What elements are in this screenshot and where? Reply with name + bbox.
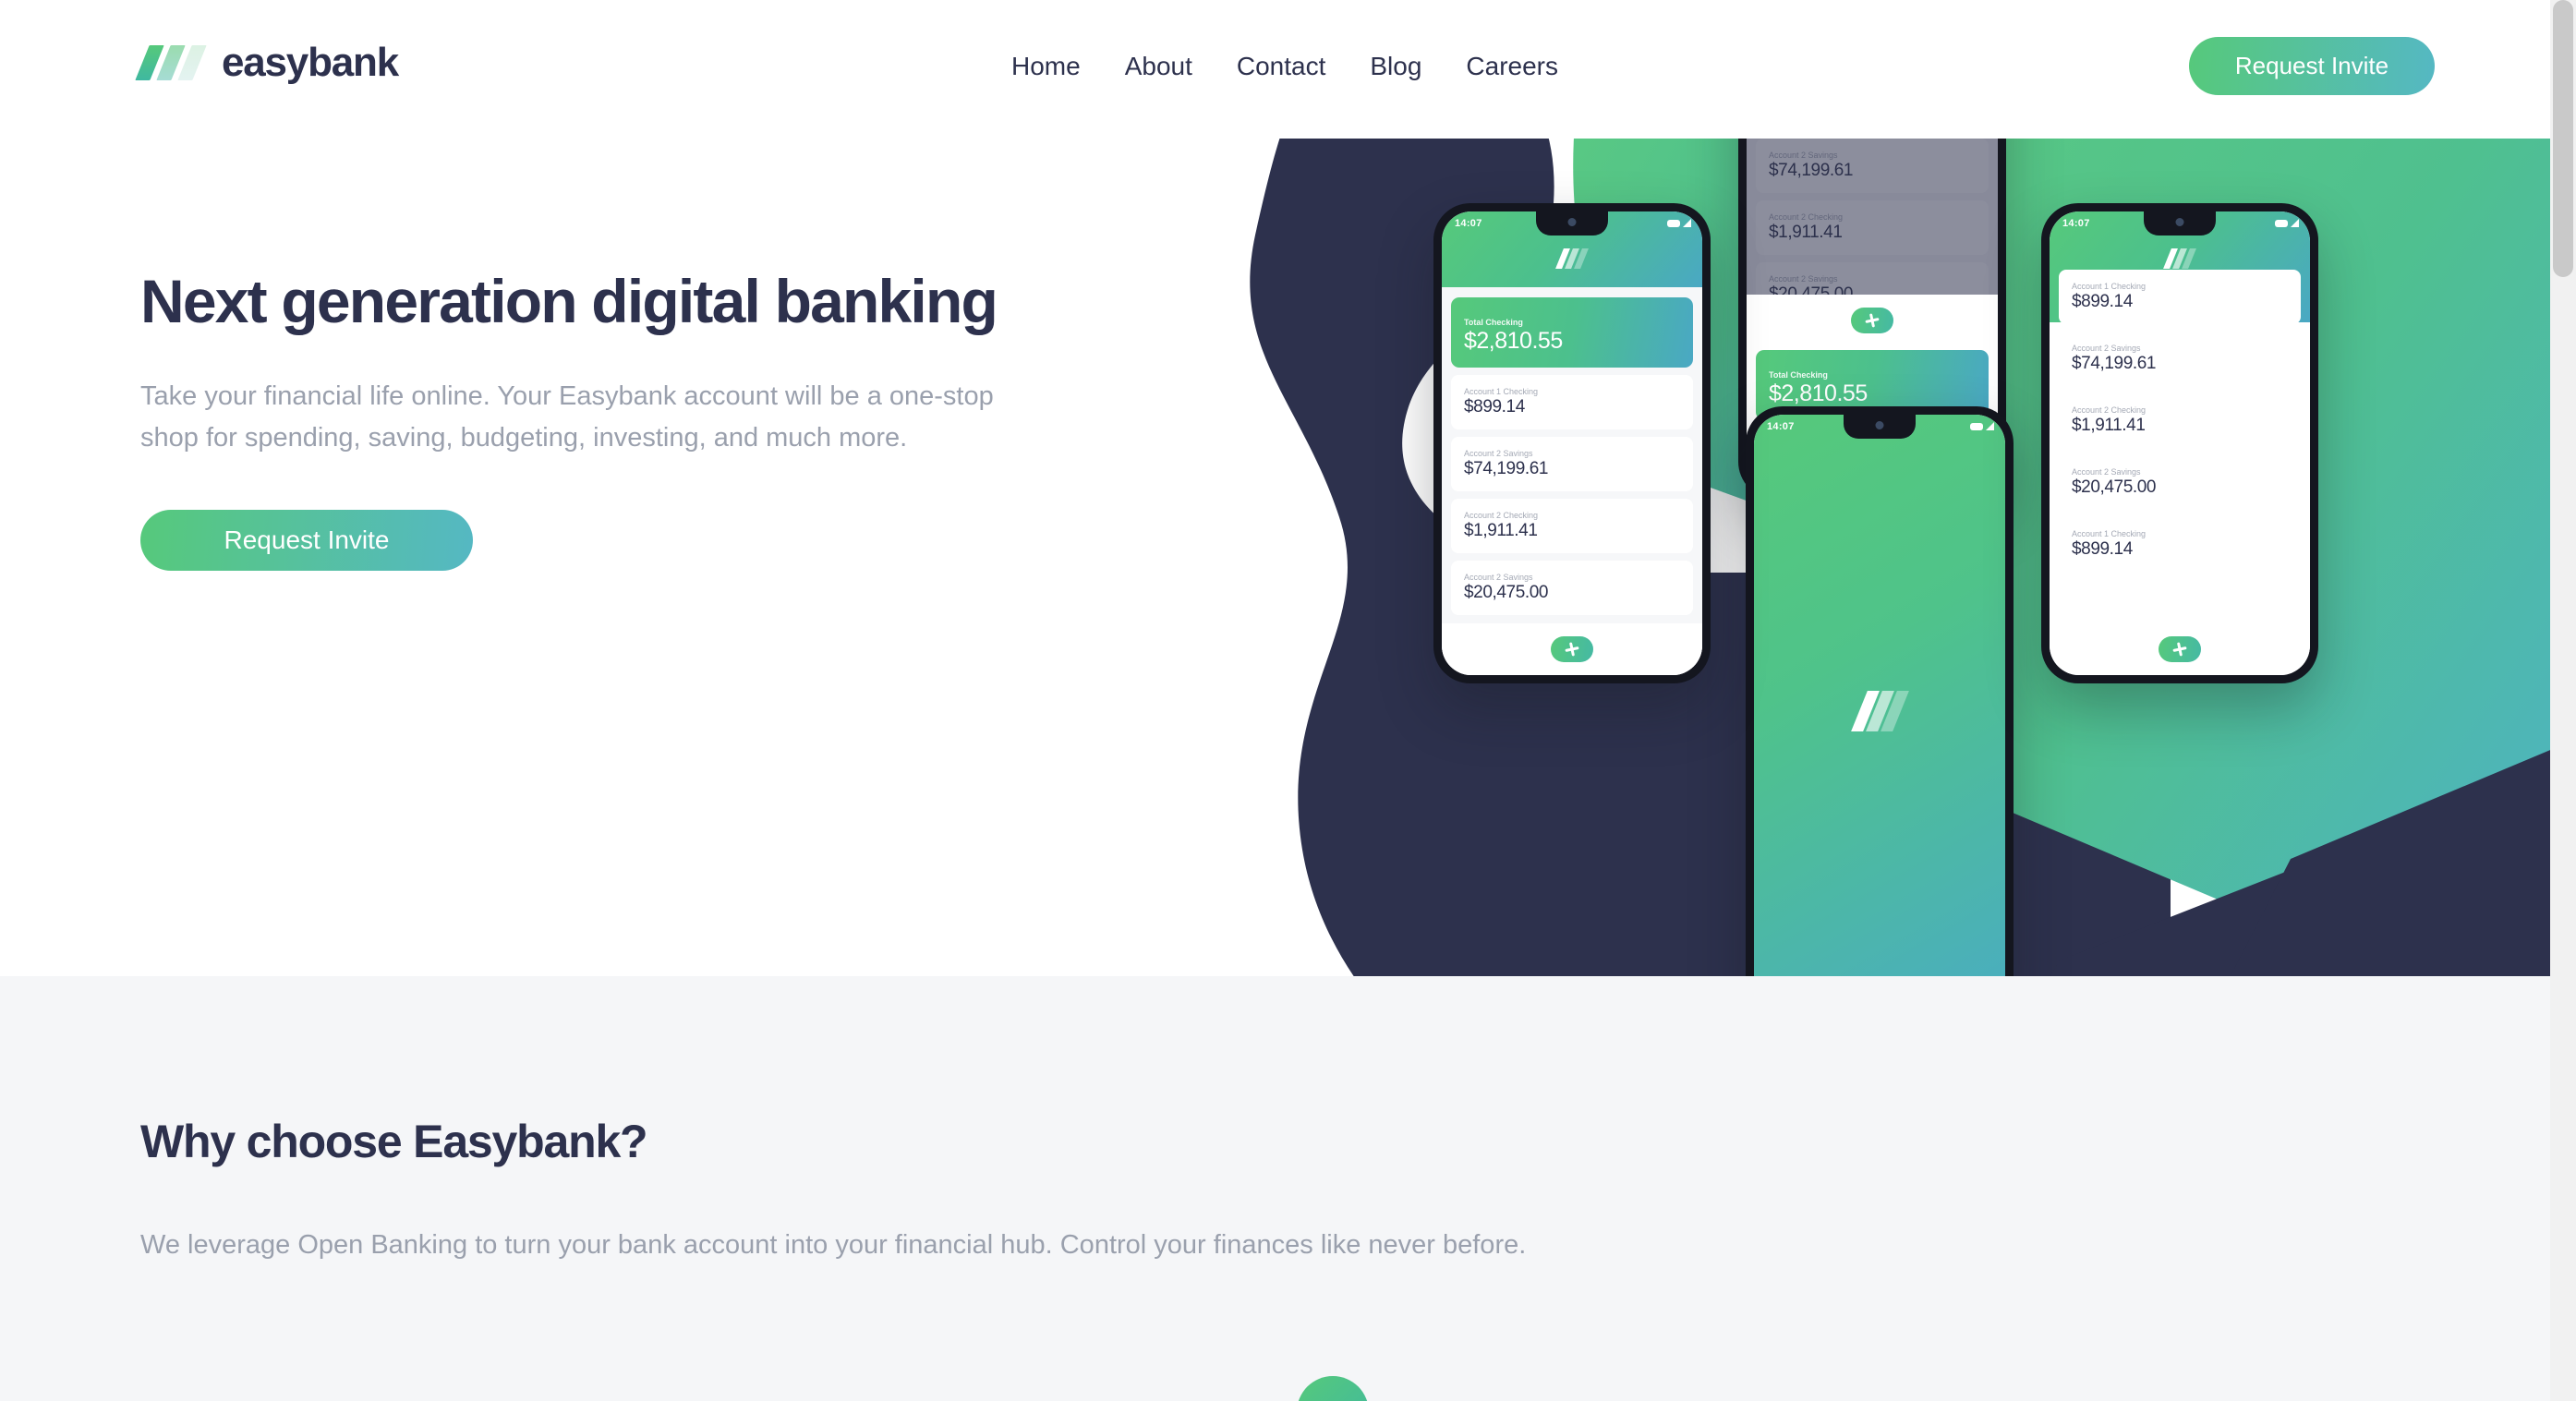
nav-link-home[interactable]: Home [1011,54,1081,79]
account-card[interactable]: Account 2 Savings $74,199.61 [2059,331,2301,386]
status-icons [2275,219,2299,227]
status-icons [1970,422,1994,430]
signal-icon [1683,219,1691,227]
account-card[interactable]: Account 1 Checking $899.14 [2059,516,2301,572]
account-card[interactable]: Account 2 Savings $74,199.61 [1451,437,1693,492]
brand-name: easybank [222,40,399,85]
account-value: $1,911.41 [1464,521,1538,541]
account-card[interactable]: Account 2 Checking $1,911.41 [1451,499,1693,554]
signal-icon [1986,422,1994,430]
notch [1536,211,1608,236]
phone-mockup-front-right: 14:07 Account 1 Checking $899.14 Account… [2041,203,2318,683]
hero-title: Next generation digital banking [140,267,998,335]
account-value: $20,475.00 [2072,477,2157,497]
account-value: $1,911.41 [1769,222,1843,242]
add-account-fab[interactable] [1851,308,1893,333]
total-checking-value: $2,810.55 [1769,380,1868,406]
camera-icon [2175,218,2184,226]
account-card[interactable]: Account 1 Checking $899.14 [1451,375,1693,430]
account-value: $20,475.00 [1464,583,1549,603]
account-card[interactable]: Account 2 Savings $74,199.61 [1756,138,1989,193]
account-label: Account 2 Savings [1464,449,1533,459]
phone-mockup-front-left: 14:07 Total Checking $2,810.55 Account 1… [1433,203,1711,683]
status-time: 14:07 [2062,218,2090,229]
nav-link-contact[interactable]: Contact [1237,54,1326,79]
account-card[interactable]: Account 1 Checking $899.14 [2059,270,2301,324]
features-title: Why choose Easybank? [140,1116,648,1167]
account-value: $74,199.61 [1464,459,1549,479]
account-label: Account 2 Savings [1464,573,1533,583]
total-checking-label: Total Checking [1769,370,1828,380]
site-header: easybank Home About Contact Blog Careers… [0,0,2550,139]
status-time: 14:07 [1767,421,1795,432]
features-content: Why choose Easybank? We leverage Open Ba… [140,1115,2357,1266]
account-card[interactable]: Account 2 Checking $1,911.41 [1756,199,1989,255]
account-value: $1,911.41 [2072,415,2146,435]
phone-status-bar: 14:07 [1442,211,1702,287]
camera-icon [1567,218,1577,226]
account-value: $74,199.61 [2072,353,2157,373]
account-label: Account 2 Checking [1464,511,1539,521]
phone-account-list: Total Checking $2,810.55 Account 1 Check… [1442,287,1702,675]
account-value: $899.14 [2072,292,2133,311]
account-label: Account 2 Savings [2072,466,2141,477]
account-label: Account 2 Savings [2072,343,2141,353]
easybank-logo-icon [135,45,209,80]
easybank-logo-icon [1850,691,1909,731]
splash-screen: 14:07 [1754,415,2005,976]
add-account-fab[interactable] [1551,636,1593,662]
page-scrollbar-track[interactable] [2550,0,2576,1401]
signal-icon [2291,219,2299,227]
hero-content: Next generation digital banking Take you… [140,267,1092,572]
hero-subtitle: Take your financial life online. Your Ea… [140,380,994,453]
account-label: Account 1 Checking [2072,528,2147,538]
status-time: 14:07 [1455,218,1482,229]
features-section: Why choose Easybank? We leverage Open Ba… [0,976,2550,1401]
phone-account-list: Account 1 Checking $899.14 Account 2 Sav… [2050,262,2310,675]
notch [2144,211,2216,236]
brand-logo[interactable]: easybank [135,40,399,85]
page-root: Account 1 Checking $899.14 Account 2 Sav… [0,0,2576,1401]
camera-icon [1875,421,1884,429]
account-card[interactable]: Account 2 Savings $20,475.00 [1451,561,1693,615]
phone-screen: 14:07 [1754,415,2005,976]
phone-screen: 14:07 Account 1 Checking $899.14 Account… [2050,211,2310,675]
phone-bottom-bar [1442,623,1702,675]
account-label: Account 2 Checking [2072,405,2147,415]
phone-mockup-splash: 14:07 [1746,406,2014,976]
account-label: Account 1 Checking [1464,387,1539,397]
battery-icon [2275,219,2288,227]
account-label: Account 2 Checking [1769,211,1844,222]
hero-request-invite-button[interactable]: Request Invite [140,510,473,572]
nav-link-blog[interactable]: Blog [1370,54,1421,79]
account-value: $899.14 [2072,538,2133,559]
notch [1844,415,1916,439]
total-checking-value: $2,810.55 [1464,328,1563,354]
account-card[interactable]: Account 2 Savings $20,475.00 [2059,454,2301,510]
account-card[interactable]: Account 2 Checking $1,911.41 [2059,393,2301,448]
header-request-invite-button[interactable]: Request Invite [2189,37,2435,95]
nav-link-careers[interactable]: Careers [1466,54,1558,79]
battery-icon [1667,219,1680,227]
account-label: Account 2 Savings [1769,273,1838,284]
account-label: Account 2 Savings [1769,150,1838,160]
phone-screen: 14:07 Total Checking $2,810.55 Account 1… [1442,211,1702,675]
status-icons [1667,219,1691,227]
account-value: $74,199.61 [1769,160,1854,180]
main-navigation: Home About Contact Blog Careers [1011,54,1558,79]
hero-illustration: Account 1 Checking $899.14 Account 2 Sav… [1191,0,2550,976]
account-label: Account 1 Checking [2072,282,2147,291]
phone-bottom-bar [2050,623,2310,675]
hero-section: Account 1 Checking $899.14 Account 2 Sav… [0,0,2550,976]
nav-link-about[interactable]: About [1125,54,1192,79]
battery-icon [1970,422,1983,430]
account-value: $899.14 [1464,397,1525,417]
total-checking-label: Total Checking [1464,318,1523,327]
easybank-logo-icon [1555,248,1589,269]
features-subtitle: We leverage Open Banking to turn your ba… [140,1230,1527,1260]
total-checking-card[interactable]: Total Checking $2,810.55 [1451,297,1693,368]
page-scrollbar-thumb[interactable] [2553,0,2573,277]
add-account-fab[interactable] [2159,636,2201,662]
